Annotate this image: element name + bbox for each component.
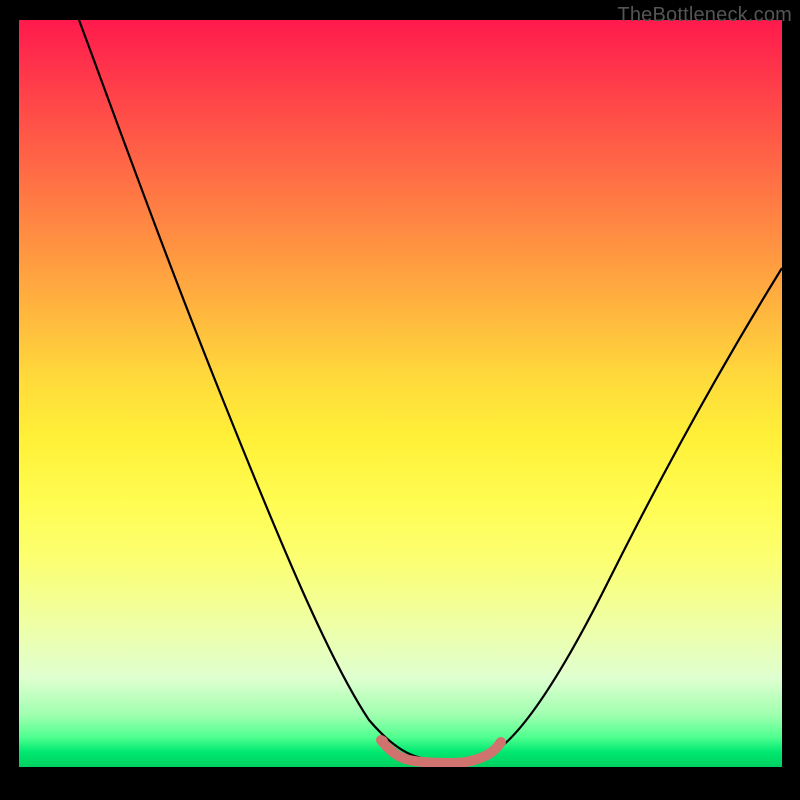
bottleneck-curve	[79, 20, 782, 760]
flat-valley-marker	[381, 740, 501, 763]
plot-area	[19, 20, 782, 767]
chart-svg	[19, 20, 782, 767]
valley-dot-right	[495, 738, 505, 748]
watermark: TheBottleneck.com	[617, 4, 792, 27]
chart-container: TheBottleneck.com	[0, 0, 800, 800]
valley-dot-left	[378, 736, 388, 746]
